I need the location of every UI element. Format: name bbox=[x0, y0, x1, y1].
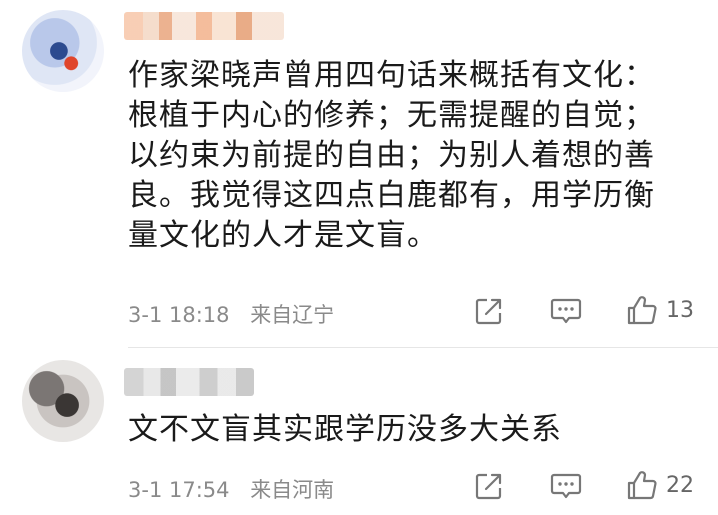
comment-location: 来自河南 bbox=[250, 478, 335, 502]
thumbs-up-icon bbox=[627, 296, 657, 325]
share-icon bbox=[475, 298, 502, 325]
comment-text: 文不文盲其实跟学历没多大关系 bbox=[128, 410, 698, 450]
comment-button[interactable] bbox=[550, 472, 582, 502]
comment-button[interactable] bbox=[550, 297, 582, 327]
comment-text: 作家梁晓声曾用四句话来概括有文化： 根植于内心的修养；无需提醒的自觉； 以约束为… bbox=[128, 56, 698, 256]
like-button[interactable]: 13 bbox=[626, 294, 694, 326]
avatar[interactable] bbox=[22, 360, 104, 442]
like-count: 13 bbox=[666, 297, 694, 323]
comment-icon bbox=[550, 298, 582, 324]
comment-time: 3-1 17:54 bbox=[128, 478, 230, 502]
comment-text-line: 以约束为前提的自由；为别人着想的善 bbox=[128, 138, 655, 173]
share-button[interactable] bbox=[474, 296, 504, 326]
share-icon bbox=[475, 473, 502, 500]
share-button[interactable] bbox=[474, 471, 504, 501]
comment-text-line: 文不文盲其实跟学历没多大关系 bbox=[128, 412, 562, 447]
avatar[interactable] bbox=[22, 10, 104, 92]
like-button[interactable]: 22 bbox=[626, 469, 694, 501]
comment-item: 作家梁晓声曾用四句话来概括有文化： 根植于内心的修养；无需提醒的自觉； 以约束为… bbox=[0, 0, 718, 345]
like-count: 22 bbox=[666, 472, 694, 498]
comment-text-line: 量文化的人才是文盲。 bbox=[128, 218, 438, 253]
comment-text-line: 作家梁晓声曾用四句话来概括有文化： bbox=[128, 58, 655, 93]
comment-item: 文不文盲其实跟学历没多大关系 3-1 17:54 来自河南 22 bbox=[0, 350, 718, 515]
comment-divider bbox=[128, 347, 718, 348]
thumbs-up-icon bbox=[627, 471, 657, 500]
comment-icon bbox=[550, 473, 582, 499]
comment-text-line: 良。我觉得这四点白鹿都有，用学历衡 bbox=[128, 178, 655, 213]
username-blurred[interactable] bbox=[124, 12, 284, 40]
comment-meta: 3-1 17:54 来自河南 bbox=[128, 474, 348, 504]
username-blurred[interactable] bbox=[124, 368, 254, 396]
comment-meta: 3-1 18:18 来自辽宁 bbox=[128, 299, 348, 329]
comment-text-line: 根植于内心的修养；无需提醒的自觉； bbox=[128, 98, 655, 133]
comment-location: 来自辽宁 bbox=[250, 303, 335, 327]
comment-time: 3-1 18:18 bbox=[128, 303, 230, 327]
